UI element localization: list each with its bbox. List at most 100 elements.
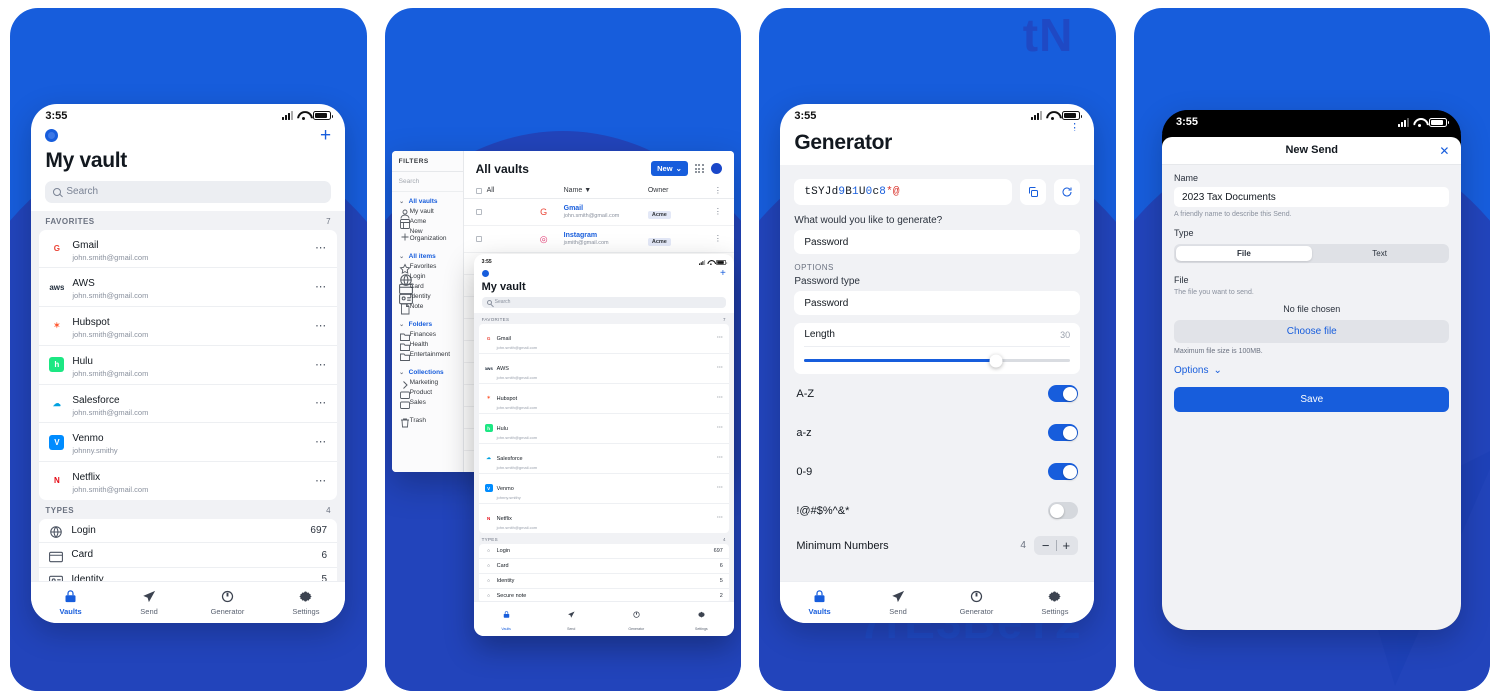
tab-generator[interactable]: Generator — [188, 589, 266, 616]
apps-grid-icon[interactable] — [694, 164, 704, 174]
checkbox-icon[interactable] — [475, 187, 482, 194]
search-input[interactable]: Search — [45, 180, 332, 203]
checkbox-icon[interactable] — [475, 209, 482, 216]
mini-list-item[interactable]: aws AWS john.smith@gmail.com ⋯ — [478, 354, 729, 384]
select-all-cell[interactable]: All — [475, 187, 524, 194]
mini-list-item[interactable]: G Gmail john.smith@gmail.com ⋯ — [478, 324, 729, 354]
row-item-name[interactable]: Gmail — [564, 205, 648, 213]
mini-list-item[interactable]: h Hulu john.smith@gmail.com ⋯ — [478, 414, 729, 444]
sidebar-item-favorites[interactable]: Favorites — [392, 261, 463, 274]
segment-text[interactable]: Text — [1312, 246, 1448, 261]
mini-list-item[interactable]: V Venmo johnny.smithy ⋯ — [478, 474, 729, 504]
sidebar-item-card[interactable]: Card — [392, 281, 463, 295]
slider-handle[interactable] — [989, 354, 1003, 368]
table-row[interactable]: ◎ Instagram jsmith@gmail.com Acme ⋮ — [463, 226, 734, 254]
list-item[interactable]: V Venmo johnny.smithy ⋯ — [39, 423, 338, 463]
avatar[interactable] — [710, 163, 722, 175]
vault-scroll-area[interactable]: FAVORITES 7 G Gmail john.smith@gmail.com ⋯ a… — [31, 210, 346, 623]
close-icon[interactable]: ✕ — [1439, 145, 1449, 157]
sidebar-item-marketing[interactable]: Marketing — [392, 377, 463, 389]
save-button[interactable]: Save — [1174, 387, 1450, 413]
tab-settings[interactable]: Settings — [1016, 589, 1094, 616]
sidebar-item-my-vault[interactable]: My vault — [392, 206, 463, 219]
mini-scroll-area[interactable]: FAVORITES 7 G Gmail john.smith@gmail.com ⋯ a… — [473, 312, 734, 602]
toggle-switch[interactable] — [1048, 502, 1079, 520]
mini-tab-settings[interactable]: Settings — [669, 606, 734, 631]
copy-icon[interactable] — [1020, 179, 1047, 206]
what-generate-select[interactable]: Password — [794, 230, 1081, 255]
sidebar-group-header[interactable]: ⌄ All vaults — [392, 196, 463, 206]
sidebar-item-note[interactable]: Note — [392, 301, 463, 315]
tab-send[interactable]: Send — [859, 589, 937, 616]
list-item-text: Venmo johnny.smithy — [72, 428, 307, 456]
mini-tab-send[interactable]: Send — [539, 606, 604, 631]
row-options-icon[interactable]: ⋮ — [708, 235, 722, 243]
length-row: Length 30 — [804, 329, 1071, 348]
add-item-button[interactable]: + — [720, 268, 726, 279]
sidebar-group-header[interactable]: ⌄ Collections — [392, 367, 463, 377]
mini-list-item[interactable]: N Netflix john.smith@gmail.com ⋯ — [479, 504, 729, 533]
list-item[interactable]: Card 6 — [39, 543, 338, 568]
tab-settings[interactable]: Settings — [267, 589, 345, 616]
list-item[interactable]: aws AWS john.smith@gmail.com ⋯ — [39, 268, 338, 308]
sidebar-group-header[interactable]: ⌄ Folders — [392, 319, 463, 329]
toggle-switch[interactable] — [1048, 463, 1079, 481]
mini-search-input[interactable]: Search — [481, 296, 726, 308]
sidebar-item-entertainment[interactable]: Entertainment — [392, 349, 463, 361]
search-placeholder: Search — [66, 186, 99, 198]
mini-list-item[interactable]: ○ Secure note 2 — [479, 589, 729, 601]
options-disclosure[interactable]: Options ⌄ — [1174, 355, 1449, 376]
list-item[interactable]: Login 697 — [39, 519, 338, 544]
mini-list-item[interactable]: ✶ Hubspot john.smith@gmail.com ⋯ — [478, 384, 729, 414]
row-item-name[interactable]: Instagram — [564, 232, 648, 240]
mini-tab-vaults[interactable]: Vaults — [474, 606, 539, 631]
list-item[interactable]: ✶ Hubspot john.smith@gmail.com ⋯ — [39, 307, 338, 346]
tab-send[interactable]: Send — [110, 589, 188, 616]
tab-generator[interactable]: Generator — [937, 589, 1015, 616]
refresh-icon[interactable] — [1054, 179, 1081, 206]
sidebar-search-input[interactable]: Search — [391, 172, 463, 193]
mini-list-item[interactable]: ○ Identity 5 — [478, 574, 729, 589]
choose-file-button[interactable]: Choose file — [1174, 320, 1450, 344]
mini-list-item[interactable]: ○ Card 6 — [478, 559, 729, 574]
list-item[interactable]: h Hulu john.smith@gmail.com ⋯ — [39, 346, 338, 385]
row-select-cell[interactable] — [475, 209, 524, 216]
list-item[interactable]: ☁ Salesforce john.smith@gmail.com ⋯ — [39, 385, 338, 424]
sidebar-item-product[interactable]: Product — [392, 387, 463, 399]
type-segmented-control[interactable]: File Text — [1174, 244, 1450, 264]
table-row[interactable]: G Gmail john.smith@gmail.com Acme ⋮ — [463, 199, 734, 227]
minimum-numbers-stepper[interactable]: − + — [1033, 536, 1079, 556]
tab-vaults[interactable]: Vaults — [780, 589, 858, 616]
new-item-button[interactable]: New ⌄ — [651, 161, 688, 177]
sidebar-item-login[interactable]: Login — [392, 271, 463, 286]
name-field[interactable]: 2023 Tax Documents — [1174, 187, 1450, 208]
password-type-select[interactable]: Password — [794, 291, 1081, 316]
checkbox-icon[interactable] — [475, 236, 482, 243]
toggle-switch[interactable] — [1048, 424, 1079, 442]
sidebar-item-acme[interactable]: Acme — [392, 216, 463, 229]
sidebar-item-trash[interactable]: Trash — [392, 415, 463, 428]
generated-password-field[interactable]: tSYJd 9 B 1 U 0 c 8 *@ — [794, 179, 1013, 206]
column-name[interactable]: Name ▼ — [564, 187, 648, 194]
toggle-switch[interactable] — [1048, 385, 1079, 403]
sidebar-item-finances[interactable]: Finances — [392, 329, 463, 341]
tab-vaults[interactable]: Vaults — [31, 589, 109, 616]
length-slider[interactable] — [804, 354, 1071, 368]
row-options-icon[interactable]: ⋮ — [708, 208, 722, 216]
sidebar-group-header[interactable]: ⌄ All items — [392, 251, 463, 261]
stepper-plus-button[interactable]: + — [1063, 538, 1071, 553]
list-item[interactable]: G Gmail john.smith@gmail.com ⋯ — [39, 230, 338, 269]
add-item-button[interactable]: + — [320, 126, 331, 145]
row-select-cell[interactable] — [475, 236, 524, 243]
sidebar-item-health[interactable]: Health — [392, 339, 463, 351]
sidebar-item-sales[interactable]: Sales — [392, 397, 463, 409]
segment-file[interactable]: File — [1176, 246, 1312, 262]
mini-tab-generator[interactable]: Generator — [604, 606, 669, 631]
list-item[interactable]: N Netflix john.smith@gmail.com ⋯ — [39, 462, 337, 500]
sidebar-item-identity[interactable]: Identity — [392, 291, 463, 305]
mini-list-item[interactable]: ☁ Salesforce john.smith@gmail.com ⋯ — [478, 444, 729, 474]
table-options-icon[interactable]: ⋮ — [708, 186, 722, 194]
stepper-minus-button[interactable]: − — [1042, 538, 1050, 553]
mini-list-item[interactable]: ○ Login 697 — [478, 544, 729, 559]
brand-icon: aws — [484, 364, 493, 373]
